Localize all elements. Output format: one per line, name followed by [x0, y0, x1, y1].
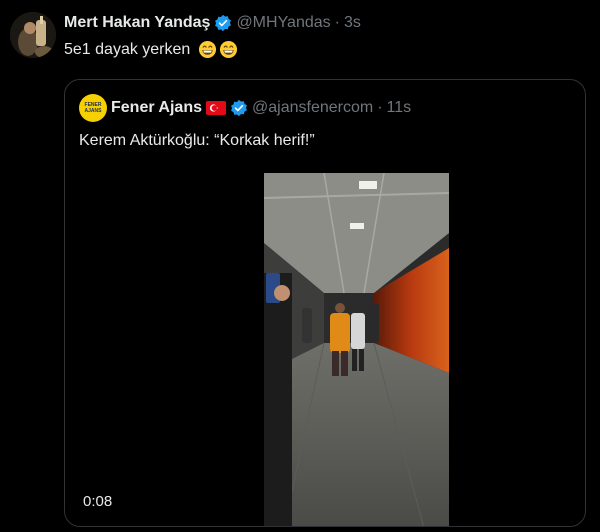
tweet-text: 5e1 dayak yerken: [64, 40, 191, 58]
grinning-emoji-icon: [220, 40, 238, 59]
quote-time[interactable]: 11s: [387, 99, 412, 117]
video-frame: [264, 173, 449, 526]
author-handle[interactable]: @MHYandas: [236, 14, 330, 32]
quote-author-name[interactable]: Fener Ajans: [111, 99, 202, 117]
quote-header: Fener Ajans @ajansfenercom · 11s: [111, 97, 411, 119]
separator: ·: [377, 99, 383, 116]
verified-badge-icon: [215, 14, 232, 32]
separator: ·: [334, 14, 340, 31]
tweet-header: Mert Hakan Yandaş @MHYandas · 3s: [64, 12, 361, 34]
avatar-text-line: AJANS: [84, 108, 102, 114]
verified-badge-icon: [231, 99, 247, 117]
video-player[interactable]: [264, 173, 449, 526]
quote-author-avatar[interactable]: FENER AJANS: [79, 94, 107, 122]
quote-text: Kerem Aktürkoğlu: “Korkak herif!”: [79, 132, 315, 149]
quote-author-handle[interactable]: @ajansfenercom: [252, 99, 373, 117]
tweet-time[interactable]: 3s: [344, 14, 361, 32]
author-name[interactable]: Mert Hakan Yandaş: [64, 14, 210, 32]
turkey-flag-icon: [206, 101, 226, 115]
author-avatar[interactable]: [10, 12, 56, 58]
grinning-emoji-icon: [199, 40, 217, 59]
video-duration: 0:08: [83, 493, 113, 510]
tweet-body: 5e1 dayak yerken: [64, 40, 238, 59]
quoted-tweet[interactable]: FENER AJANS Fener Ajans @ajansfenercom ·…: [64, 79, 586, 527]
